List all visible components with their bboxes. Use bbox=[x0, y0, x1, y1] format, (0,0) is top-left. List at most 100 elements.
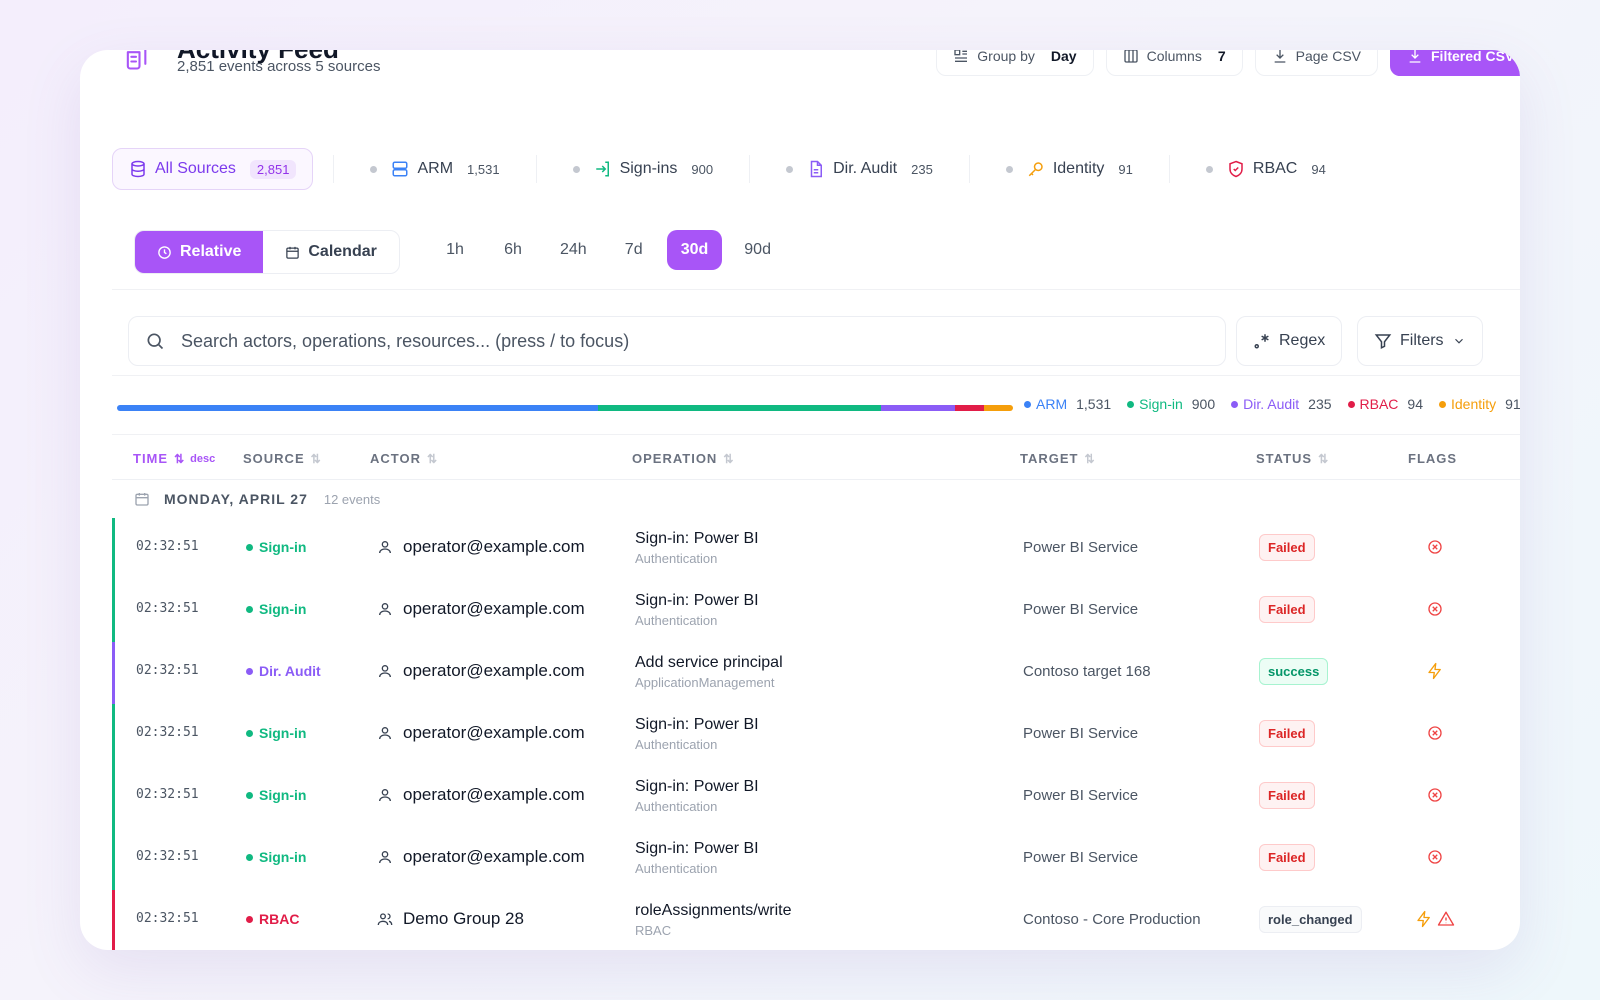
row-actor[interactable]: operator@example.com bbox=[377, 537, 585, 557]
bolt-icon bbox=[1428, 662, 1441, 680]
col-actor-label: ACTOR bbox=[370, 451, 421, 466]
distribution-segment bbox=[598, 405, 881, 411]
row-flags bbox=[1426, 662, 1444, 680]
divider bbox=[535, 155, 537, 183]
distribution-segment bbox=[984, 405, 1013, 411]
preset-6h[interactable]: 6h bbox=[488, 230, 538, 270]
tab-identity[interactable]: Identity 91 bbox=[990, 148, 1149, 190]
distribution-segment bbox=[880, 405, 955, 411]
search-input[interactable] bbox=[181, 330, 1081, 352]
users-icon bbox=[377, 913, 393, 926]
calendar-button[interactable]: Calendar bbox=[263, 231, 398, 273]
col-status[interactable]: STATUS ⇅ bbox=[1256, 451, 1328, 466]
table-row[interactable]: 02:32:51 Sign-in operator@example.com Sign-… bbox=[112, 704, 1520, 766]
row-actor-label: operator@example.com bbox=[403, 847, 585, 866]
source-dot bbox=[246, 853, 253, 861]
time-mode-toggle: Relative Calendar bbox=[134, 230, 400, 274]
table-row[interactable]: 02:32:51 Sign-in operator@example.com Sign-… bbox=[112, 766, 1520, 828]
user-icon bbox=[379, 603, 391, 616]
status-badge: success bbox=[1259, 658, 1329, 685]
row-flags bbox=[1426, 848, 1444, 866]
status-dot bbox=[370, 165, 378, 173]
sort-icon: ⇅ bbox=[1318, 451, 1329, 466]
download-icon bbox=[1274, 50, 1285, 63]
col-operation[interactable]: OPERATION ⇅ bbox=[632, 451, 733, 466]
page-csv-button[interactable]: Page CSV bbox=[1254, 50, 1378, 76]
col-source[interactable]: SOURCE ⇅ bbox=[243, 451, 321, 466]
page-subtitle: 2,851 events across 5 sources bbox=[177, 58, 381, 75]
row-operation-name: Add service principal bbox=[635, 654, 783, 671]
table-header: TIME ⇅ desc SOURCE ⇅ ACTOR ⇅ OPERATION ⇅… bbox=[112, 434, 1520, 480]
preset-24h[interactable]: 24h bbox=[546, 230, 601, 270]
row-flags bbox=[1426, 600, 1444, 618]
row-time: 02:32:51 bbox=[136, 787, 199, 802]
row-operation-name: Sign-in: Power BI bbox=[635, 530, 759, 547]
regex-button[interactable]: Regex bbox=[1236, 316, 1343, 366]
clock-icon bbox=[158, 245, 171, 259]
preset-7d[interactable]: 7d bbox=[609, 230, 659, 270]
row-actor[interactable]: operator@example.com bbox=[377, 847, 585, 867]
time-range-bar: Relative Calendar 1h 6h 24h 7d 30d 90d bbox=[112, 200, 1520, 290]
group-count: 12 events bbox=[323, 491, 381, 507]
tab-rbac[interactable]: RBAC 94 bbox=[1190, 148, 1342, 190]
database-icon bbox=[131, 160, 145, 178]
relative-label: Relative bbox=[180, 243, 242, 260]
group-header[interactable]: MONDAY, APRIL 27 12 events bbox=[112, 480, 1520, 518]
preset-90d[interactable]: 90d bbox=[730, 230, 785, 270]
divider bbox=[333, 155, 335, 183]
filtered-csv-button[interactable]: Filtered CSV bbox=[1390, 50, 1520, 76]
tab-arm[interactable]: ARM 1,531 bbox=[354, 148, 515, 190]
calendar-icon bbox=[135, 493, 149, 506]
filters-button[interactable]: Filters bbox=[1357, 316, 1483, 366]
row-actor[interactable]: operator@example.com bbox=[377, 599, 585, 619]
row-operation: Add service principal ApplicationManageme… bbox=[635, 654, 783, 690]
table-row[interactable]: 02:32:51 Sign-in operator@example.com Sign-… bbox=[112, 828, 1520, 890]
status-badge: Failed bbox=[1259, 782, 1315, 809]
warning-icon bbox=[1437, 911, 1455, 926]
col-target[interactable]: TARGET ⇅ bbox=[1020, 451, 1095, 466]
col-time[interactable]: TIME ⇅ desc bbox=[133, 451, 215, 466]
table-row[interactable]: 02:32:51 Sign-in operator@example.com Sign-… bbox=[112, 580, 1520, 642]
row-operation-category: Authentication bbox=[635, 861, 718, 876]
tab-count: 1,531 bbox=[467, 161, 500, 177]
row-target: Power BI Service bbox=[1023, 601, 1139, 618]
table-row[interactable]: 02:32:51 RBAC Demo Group 28 roleAssignments… bbox=[112, 890, 1520, 950]
row-source: Dir. Audit bbox=[246, 663, 321, 679]
row-source-label: Dir. Audit bbox=[259, 663, 321, 679]
col-flags: FLAGS bbox=[1408, 451, 1457, 466]
status-dot bbox=[1205, 165, 1213, 173]
row-operation-category: Authentication bbox=[635, 613, 718, 628]
row-source: Sign-in bbox=[246, 787, 306, 803]
status-dot bbox=[1005, 165, 1013, 173]
tab-dir-audit[interactable]: Dir. Audit 235 bbox=[770, 148, 949, 190]
sort-icon: ⇅ bbox=[723, 451, 734, 466]
user-icon bbox=[379, 541, 391, 554]
divider bbox=[968, 155, 970, 183]
tab-sign-ins[interactable]: Sign-ins 900 bbox=[557, 148, 730, 190]
tab-all-sources[interactable]: All Sources 2,851 bbox=[112, 148, 314, 190]
user-icon bbox=[379, 851, 391, 864]
row-actor[interactable]: operator@example.com bbox=[377, 785, 585, 805]
group-by-button[interactable]: Group by Day bbox=[936, 50, 1094, 76]
legend-dot bbox=[1231, 400, 1239, 408]
time-presets: 1h 6h 24h 7d 30d 90d bbox=[430, 230, 785, 270]
col-actor[interactable]: ACTOR ⇅ bbox=[370, 451, 437, 466]
scroll-icon bbox=[122, 50, 154, 76]
table-row[interactable]: 02:32:51 Sign-in operator@example.com Sign-… bbox=[112, 518, 1520, 580]
row-target: Power BI Service bbox=[1023, 725, 1139, 742]
tab-label: All Sources bbox=[155, 160, 236, 177]
relative-button[interactable]: Relative bbox=[135, 231, 264, 273]
row-actor[interactable]: operator@example.com bbox=[377, 723, 585, 743]
group-by-label: Group by bbox=[977, 50, 1035, 64]
row-actor[interactable]: operator@example.com bbox=[377, 661, 585, 681]
col-status-label: STATUS bbox=[1256, 451, 1313, 466]
search-icon bbox=[147, 333, 164, 350]
columns-button[interactable]: Columns 7 bbox=[1105, 50, 1243, 76]
preset-1h[interactable]: 1h bbox=[430, 230, 480, 270]
preset-30d[interactable]: 30d bbox=[666, 230, 723, 270]
source-dot bbox=[246, 667, 253, 675]
search-bar-row: Regex Filters bbox=[112, 306, 1520, 376]
legend-item: Sign-in 900 bbox=[1127, 396, 1215, 412]
row-actor[interactable]: Demo Group 28 bbox=[377, 909, 524, 929]
table-row[interactable]: 02:32:51 Dir. Audit operator@example.com Ad… bbox=[112, 642, 1520, 704]
